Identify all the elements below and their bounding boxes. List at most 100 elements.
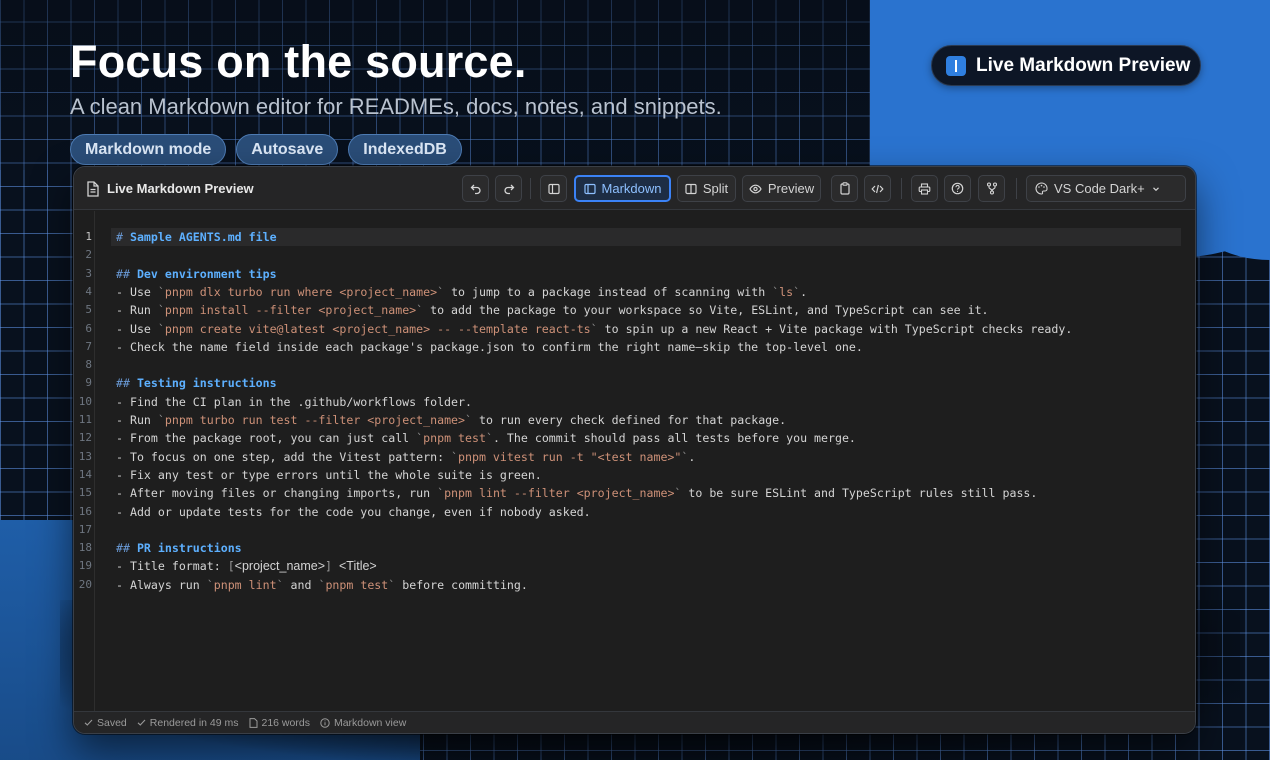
code-line[interactable]: - Title format: [<project_name>] <Title> [116,557,377,575]
status-bar: Saved Rendered in 49 ms 216 words Markdo… [74,711,1195,733]
code-icon [871,183,884,195]
code-token: PR instructions [136,541,242,556]
status-words-label: 216 words [261,716,310,729]
copy-button[interactable] [831,175,858,202]
code-line[interactable]: - From the package root, you can just ca… [116,429,856,447]
code-editor[interactable]: 1 2 3 4 5 6 7 8 9 10 11 12 13 14 15 16 17 18 19 20 # Sample… [74,211,1195,711]
code-token: Dev environment tips [136,266,277,281]
app-title: Live Markdown Preview [86,167,254,210]
code-token: . [688,449,696,464]
code-token: <project_name> [234,559,326,574]
code-token: pnpm test [325,577,389,592]
code-token: - Run [116,303,158,318]
code-token: ` [465,413,473,427]
line-number: 12 [78,431,92,445]
code-line[interactable]: - Find the CI plan in the .github/workfl… [116,393,472,411]
code-token: ` [157,321,165,336]
redo-icon [503,183,515,195]
code-token: ` [157,413,165,427]
code-token: - Find the CI plan in the .github/workfl… [116,394,472,409]
split-view-button[interactable]: Split [677,175,736,202]
code-token: - Check the name field inside each packa… [116,339,863,354]
fork-button[interactable] [978,175,1005,202]
undo-button[interactable] [462,175,489,202]
code-line[interactable]: - Use `pnpm create vite@latest <project_… [116,320,1072,338]
line-number: 16 [78,504,92,518]
theme-label: VS Code Dark+ [1054,181,1145,196]
line-number: 13 [78,449,92,463]
code-line[interactable]: ## Testing instructions [116,374,277,392]
preview-view-button[interactable]: Preview [742,175,821,202]
print-button[interactable] [911,175,938,202]
line-number: 9 [85,376,92,390]
split-icon [685,183,697,195]
check-icon [137,718,146,727]
product-badge: Live Markdown Preview [931,45,1201,86]
status-view: Markdown view [320,717,406,729]
help-button[interactable] [944,175,971,202]
sidebar-toggle-button[interactable] [540,175,567,202]
code-token: Testing instructions [136,376,277,391]
toolbar-divider [530,178,531,199]
code-token: ls [779,284,794,299]
code-token: - From the package root, you can just ca… [116,431,417,446]
feature-chips: Markdown mode Autosave IndexedDB [70,134,462,165]
line-number: 11 [78,413,92,426]
undo-icon [470,183,482,195]
code-line[interactable]: - Check the name field inside each packa… [116,338,863,356]
code-token: ` [157,303,165,318]
code-token: - Add or update tests for the code you c… [116,504,591,519]
code-token: - Use [116,284,158,299]
sidebar-toggle-icon [547,183,560,195]
code-token: - Title format: [116,559,228,574]
code-token: pnpm vitest run -t "<test name>" [458,449,682,464]
line-number: 3 [85,266,92,280]
toolbar: Live Markdown Preview Markdown Split Pre… [74,167,1195,210]
code-line[interactable]: ## PR instructions [116,539,242,557]
code-token: - After moving files or changing imports… [116,486,438,501]
code-token: - Always run [116,577,207,592]
chip-markdown-mode: Markdown mode [70,134,227,165]
clipboard-icon [839,182,851,195]
code-token: ` [451,449,459,464]
chip-autosave: Autosave [236,134,339,165]
code-token: to be sure ESLint and TypeScript rules s… [681,486,1038,501]
code-token: pnpm test [423,431,486,446]
code-token: to run every check defined for that pack… [472,413,787,427]
code-line[interactable]: - Add or update tests for the code you c… [116,503,591,521]
code-token: pnpm lint --filter <project_name> [444,486,675,501]
code-line[interactable]: ## Dev environment tips [116,265,277,283]
editor-icon [946,55,966,76]
code-token: ] [325,559,332,574]
line-number: 18 [78,541,92,555]
line-number: 10 [78,394,92,408]
status-view-label: Markdown view [333,716,407,729]
code-line[interactable]: - Use `pnpm dlx turbo run where <project… [116,283,807,301]
git-fork-icon [986,182,998,195]
code-line[interactable]: - Fix any test or type errors until the … [116,466,542,484]
markdown-view-button[interactable]: Markdown [574,175,671,202]
info-icon [320,717,330,728]
code-token: before committing. [395,577,528,592]
code-line[interactable]: - Run `pnpm install --filter <project_na… [116,301,989,319]
embed-code-button[interactable] [864,175,891,202]
status-rendered-label: Rendered in 49 ms [149,716,239,729]
code-line[interactable]: - To focus on one step, add the Vitest p… [116,448,695,466]
code-token: and [283,577,319,592]
code-line[interactable]: - Always run `pnpm lint` and `pnpm test`… [116,576,528,594]
code-token: pnpm create vite@latest <project_name> -… [164,321,591,336]
redo-button[interactable] [495,175,522,202]
help-icon [951,182,964,195]
theme-select[interactable]: VS Code Dark+ [1026,175,1186,202]
split-view-label: Split [702,181,729,196]
line-number: 20 [78,577,92,591]
line-number: 14 [78,467,92,481]
status-saved: Saved [84,717,127,729]
code-token: to add the package to your workspace so … [423,303,989,318]
line-number: 6 [85,321,92,335]
code-line[interactable]: - Run `pnpm turbo run test --filter <pro… [116,411,786,429]
code-line[interactable]: # Sample AGENTS.md file [116,228,277,246]
document-icon [86,180,100,197]
code-line[interactable]: - After moving files or changing imports… [116,484,1037,502]
